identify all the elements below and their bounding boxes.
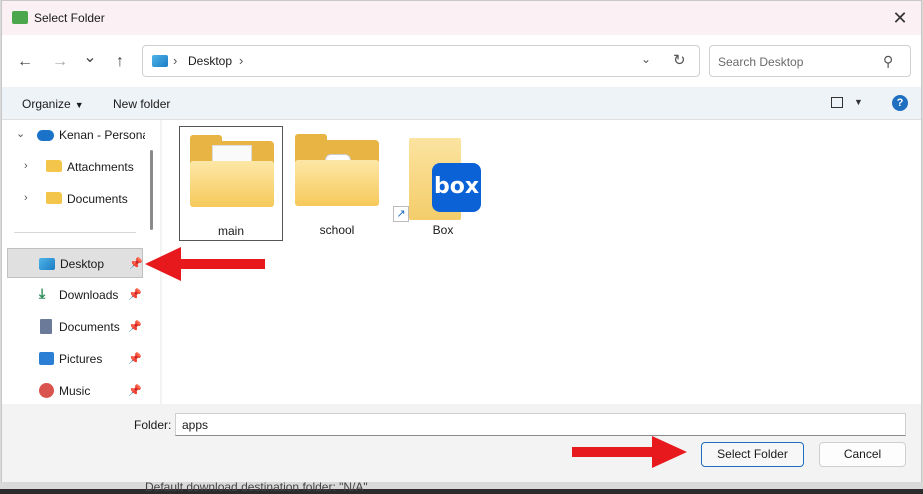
view-options-icon[interactable]: [831, 97, 843, 108]
sidebar-item-label: Pictures: [59, 352, 103, 366]
shortcut-arrow-icon: ↗: [393, 206, 409, 222]
chevron-down-icon: ▼: [74, 100, 84, 110]
select-folder-button[interactable]: Select Folder: [701, 442, 804, 467]
pin-icon: 📌: [128, 321, 142, 333]
sidebar-item-music[interactable]: Music 📌: [2, 376, 142, 406]
sidebar-item-pictures[interactable]: Pictures 📌: [2, 344, 142, 374]
sidebar-item-label: Kenan - Persona: [59, 128, 145, 142]
command-bar: Organize ▼ New folder ▼ ?: [2, 87, 921, 120]
breadcrumb-desktop[interactable]: Desktop: [188, 54, 232, 68]
sidebar-item-label: Desktop: [60, 257, 105, 271]
address-bar[interactable]: › Desktop › ⌄ ↻: [142, 45, 700, 77]
sidebar-item-onedrive[interactable]: ⌄ Kenan - Persona: [2, 120, 145, 150]
cancel-button[interactable]: Cancel: [819, 442, 906, 467]
organize-button[interactable]: Organize ▼: [22, 97, 84, 111]
background-text: Default download destination folder: "N/…: [145, 480, 368, 494]
back-button[interactable]: ←: [14, 51, 36, 73]
annotation-arrow-icon: [145, 247, 265, 281]
window-title: Select Folder: [34, 11, 105, 25]
cloud-icon: [37, 130, 54, 141]
folder-name: school: [319, 223, 355, 237]
download-icon: ⤓: [39, 285, 46, 301]
music-icon: [39, 383, 54, 398]
folder-item-school[interactable]: school: [285, 126, 389, 241]
sidebar-item-label: Attachments: [67, 160, 134, 174]
sidebar-item-desktop[interactable]: Desktop 📌: [7, 248, 143, 278]
pin-icon: 📌: [128, 353, 142, 365]
chevron-right-icon[interactable]: ›: [24, 160, 28, 172]
chevron-right-icon[interactable]: ›: [24, 192, 28, 204]
search-input[interactable]: [718, 53, 878, 71]
sidebar-item-onedrive-documents[interactable]: › Documents: [2, 184, 142, 214]
folder-name: Box: [432, 223, 454, 237]
pin-icon: 📌: [129, 258, 143, 270]
document-icon: [40, 319, 52, 334]
dialog-footer: Folder: Select Folder Cancel: [2, 404, 921, 482]
folder-icon: [295, 134, 379, 206]
refresh-icon[interactable]: ↻: [673, 51, 686, 69]
pictures-icon: [39, 352, 54, 365]
close-button[interactable]: ✕: [887, 5, 913, 31]
search-icon[interactable]: ⚲: [883, 53, 893, 70]
sidebar-divider: [14, 232, 136, 233]
sidebar-item-label: Downloads: [59, 288, 119, 302]
organize-label: Organize: [22, 97, 71, 111]
app-icon: [12, 11, 28, 24]
sidebar-item-label: Music: [59, 384, 91, 398]
chevron-down-icon[interactable]: ▼: [854, 97, 863, 107]
desktop-icon: [39, 258, 55, 270]
sidebar-scrollbar[interactable]: [150, 150, 153, 230]
file-list: main school box ↗ Box: [162, 120, 921, 404]
up-button[interactable]: ↑: [109, 51, 131, 73]
sidebar-item-downloads[interactable]: ⤓ Downloads 📌: [2, 280, 142, 310]
search-box[interactable]: ⚲: [709, 45, 911, 77]
chevron-down-icon[interactable]: ⌄: [16, 127, 25, 140]
breadcrumb-chevron-icon[interactable]: ›: [239, 53, 243, 68]
folder-icon: [46, 160, 62, 172]
folder-name: main: [217, 224, 244, 238]
sidebar-item-label: Documents: [59, 320, 120, 334]
folder-name-field[interactable]: [175, 413, 906, 436]
folder-label: Folder:: [134, 418, 172, 432]
pin-icon: 📌: [128, 289, 142, 301]
sidebar-item-label: Documents: [67, 192, 128, 206]
recent-locations-button[interactable]: ⌄: [79, 47, 101, 69]
annotation-arrow-icon: [572, 436, 687, 468]
shortcut-item-box[interactable]: box ↗ Box: [391, 126, 495, 241]
new-folder-button[interactable]: New folder: [113, 97, 170, 111]
select-folder-dialog: Select Folder ✕ ← → ⌄ ↑ › Desktop › ⌄ ↻ …: [1, 0, 922, 482]
desktop-icon: [152, 55, 168, 67]
folder-icon: [190, 135, 274, 207]
forward-button[interactable]: →: [49, 51, 71, 73]
navigation-bar: ← → ⌄ ↑ › Desktop › ⌄ ↻ ⚲: [2, 35, 921, 87]
sidebar-item-attachments[interactable]: › Attachments: [2, 152, 142, 182]
navigation-pane: ⌄ Kenan - Persona › Attachments › Docume…: [2, 120, 160, 404]
breadcrumb-chevron-icon: ›: [173, 53, 178, 68]
help-icon[interactable]: ?: [892, 95, 908, 111]
pin-icon: 📌: [128, 385, 142, 397]
title-bar: Select Folder ✕: [2, 1, 921, 35]
address-dropdown-icon[interactable]: ⌄: [641, 52, 651, 66]
folder-item-main[interactable]: main: [179, 126, 283, 241]
folder-icon: [46, 192, 62, 204]
sidebar-item-documents[interactable]: Documents 📌: [2, 312, 142, 342]
box-logo-icon: box: [432, 163, 481, 212]
